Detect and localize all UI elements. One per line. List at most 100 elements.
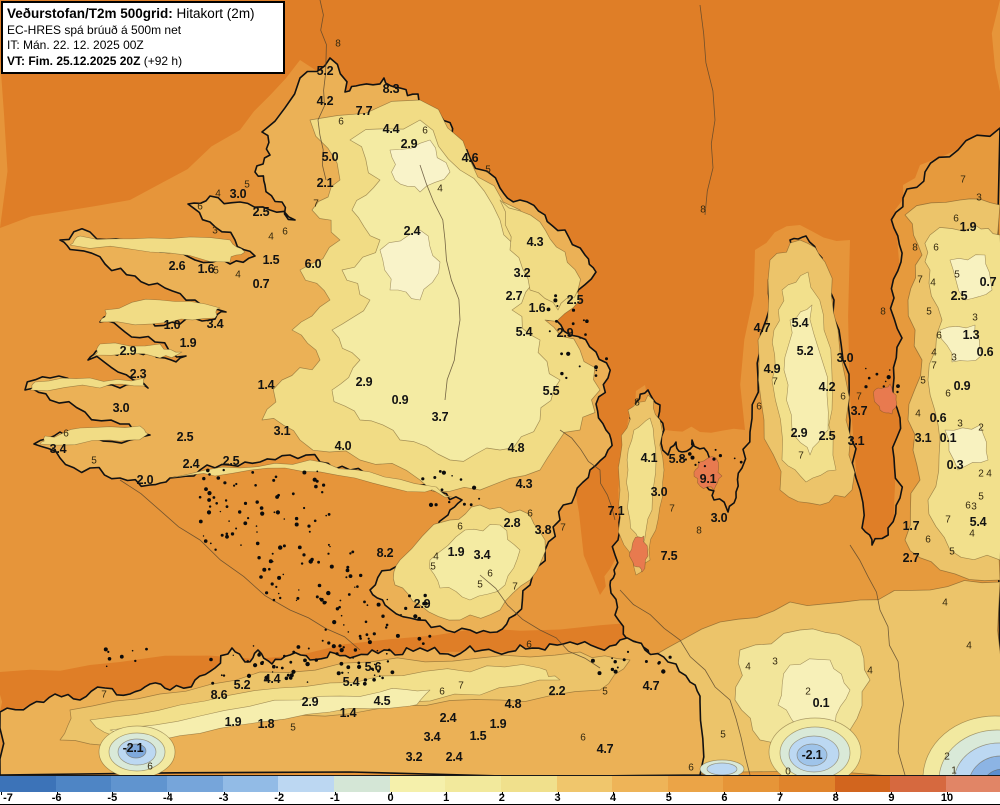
island-dot: [214, 548, 217, 551]
island-dot: [257, 653, 261, 657]
colorbar-tick: [613, 792, 615, 795]
island-dot: [478, 497, 481, 500]
island-dot: [222, 674, 226, 677]
cold-spot-core: [706, 762, 738, 775]
island-dot: [262, 567, 267, 572]
product-subtitle: Hitakort (2m): [172, 6, 255, 21]
island-dot: [582, 319, 585, 322]
island-dot: [571, 308, 576, 312]
island-dot: [554, 294, 558, 298]
island-dot: [684, 458, 688, 461]
cold-spot-core: [125, 743, 147, 759]
island-dot: [331, 644, 336, 649]
island-dot: [349, 552, 352, 555]
colorbar-tick: [501, 792, 503, 795]
island-dot: [283, 518, 286, 520]
island-dot: [302, 470, 307, 475]
island-dot: [225, 532, 229, 536]
island-dot: [215, 502, 218, 505]
island-dot: [243, 501, 248, 505]
island-dot: [565, 376, 568, 380]
island-dot: [421, 642, 425, 645]
island-dot: [433, 476, 437, 479]
product-name: Veðurstofan/T2m 500grid:: [7, 6, 173, 21]
title-line-2: EC-HRES spá brúuð á 500m net: [7, 22, 182, 37]
island-dot: [198, 495, 202, 499]
island-dot: [424, 601, 428, 606]
title-line-4: VT: Fim. 25.12.2025 20Z (+92 h): [7, 54, 278, 70]
island-dot: [428, 502, 434, 507]
island-dot: [882, 385, 885, 388]
colorbar-tick: [279, 792, 281, 795]
island-dot: [251, 471, 255, 474]
colorbar-tick: [1, 792, 2, 795]
island-dot: [254, 484, 257, 487]
island-dot: [270, 582, 274, 586]
island-dot: [571, 322, 575, 326]
island-dot: [385, 626, 388, 629]
island-dot: [896, 384, 900, 388]
island-dot: [247, 517, 250, 520]
colorbar-band: [556, 776, 613, 792]
island-dot: [377, 669, 380, 673]
island-dot: [590, 658, 595, 663]
island-dot: [622, 658, 626, 662]
island-dot: [342, 646, 345, 649]
island-dot: [347, 672, 349, 674]
island-dot: [613, 660, 617, 664]
island-dot: [372, 678, 376, 682]
island-dot: [346, 565, 350, 569]
island-dot: [307, 524, 311, 528]
island-dot: [317, 560, 320, 564]
island-dot: [864, 385, 868, 389]
island-dot: [235, 482, 238, 486]
colorbar-tick-label: -7: [3, 792, 13, 804]
island-dot: [246, 660, 250, 663]
island-dot: [275, 585, 278, 589]
island-dot: [289, 673, 294, 678]
island-dot: [548, 330, 551, 333]
island-dot: [259, 506, 264, 510]
island-dot: [343, 624, 345, 626]
island-dot: [277, 575, 282, 580]
island-dot: [556, 305, 559, 307]
island-dot: [345, 568, 350, 573]
island-dot: [341, 671, 344, 674]
island-dot: [703, 465, 707, 468]
island-dot: [232, 654, 234, 656]
island-dot: [319, 597, 324, 602]
island-dot: [208, 505, 212, 508]
colorbar-tick: [835, 792, 837, 795]
island-dot: [366, 604, 369, 607]
island-dot: [441, 470, 446, 475]
island-dot: [211, 681, 215, 685]
island-dot: [264, 675, 269, 680]
island-dot: [404, 606, 408, 611]
island-dot: [546, 307, 551, 312]
island-dot: [291, 492, 295, 496]
island-dot: [347, 593, 351, 596]
colorbar-tick: [167, 792, 169, 795]
island-dot: [322, 600, 327, 605]
colorbar-swatches: [0, 776, 1000, 792]
island-dot: [359, 573, 363, 578]
island-dot: [440, 488, 444, 492]
island-dot: [386, 660, 390, 663]
island-dot: [314, 658, 318, 662]
island-dot: [336, 671, 341, 676]
weather-map-screenshot: 8665445673645465765873686745583643758643…: [0, 0, 1000, 805]
island-dot: [451, 475, 453, 477]
island-dot: [896, 390, 899, 394]
title-line-1: Veðurstofan/T2m 500grid: Hitakort (2m): [7, 5, 278, 23]
island-dot: [220, 674, 223, 677]
island-dot: [265, 591, 269, 595]
island-dot: [216, 476, 221, 480]
island-dot: [253, 663, 258, 668]
colorbar-band: [333, 776, 390, 792]
colorbar-band: [0, 776, 57, 792]
island-dot: [207, 498, 212, 502]
island-dot: [472, 485, 477, 490]
cold-spot-core: [796, 743, 828, 767]
colorbar-tick: [56, 792, 58, 795]
island-dot: [235, 527, 238, 530]
